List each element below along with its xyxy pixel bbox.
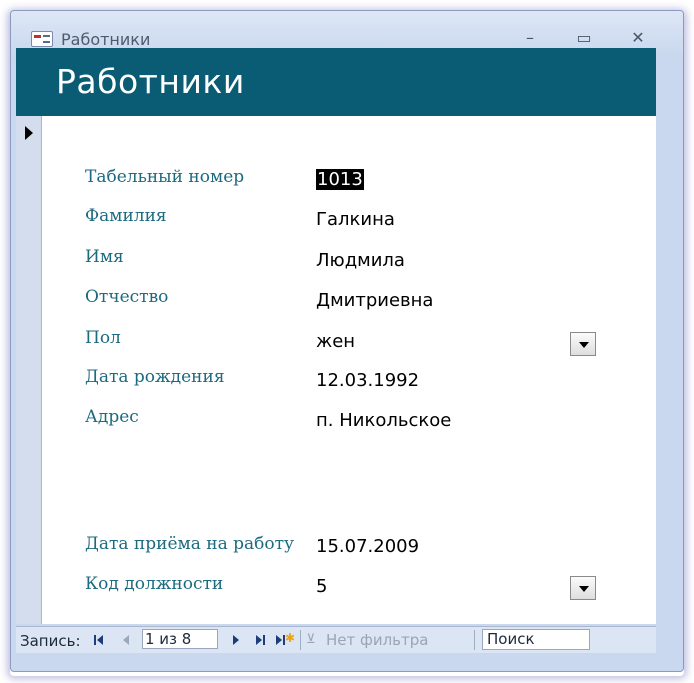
field-label-tab-number: Табельный номер [85, 167, 245, 187]
field-label-birth-date: Дата рождения [85, 367, 225, 387]
new-record-button[interactable]: ✱ [274, 631, 295, 649]
form-title: Работники [56, 62, 245, 101]
last-record-button[interactable] [252, 631, 270, 649]
search-input[interactable]: Поиск [482, 629, 590, 650]
field-value-surname[interactable]: Галкина [316, 209, 395, 230]
record-label: Запись: [20, 632, 81, 650]
filter-icon: ⊻ [306, 632, 316, 647]
current-record-arrow-icon [25, 126, 33, 140]
first-record-button[interactable] [92, 631, 110, 649]
field-value-position-code[interactable]: 5 [316, 576, 327, 597]
field-value-patronymic[interactable]: Дмитриевна [316, 290, 433, 311]
filter-label: Нет фильтра [326, 631, 429, 649]
field-label-name: Имя [85, 247, 124, 267]
position-dropdown-button[interactable] [570, 576, 596, 600]
next-record-button[interactable] [228, 631, 246, 649]
filter-status[interactable]: ⊻ Нет фильтра [306, 631, 429, 649]
record-navigation-bar: Запись: 1 из 8 ✱ ⊻ Нет фильтра Поиск [16, 626, 656, 653]
field-value-hire-date[interactable]: 15.07.2009 [316, 536, 419, 557]
field-value-birth-date[interactable]: 12.03.1992 [316, 370, 419, 391]
record-selector[interactable] [16, 116, 42, 624]
field-label-gender: Пол [85, 328, 121, 348]
form-body: Работники Табельный номер 1013 Фамилия Г… [16, 48, 656, 624]
field-value-tab-number[interactable]: 1013 [316, 169, 364, 190]
nav-separator [474, 630, 475, 650]
field-label-hire-date: Дата приёма на работу [85, 534, 295, 554]
field-label-position-code: Код должности [85, 574, 224, 594]
window-title: Работники [61, 30, 151, 49]
field-label-patronymic: Отчество [85, 287, 169, 307]
field-label-address: Адрес [85, 407, 139, 427]
gender-dropdown-button[interactable] [570, 332, 596, 356]
form-header: Работники [16, 48, 656, 116]
previous-record-button[interactable] [118, 631, 136, 649]
field-value-address[interactable]: п. Никольское [316, 410, 451, 431]
field-label-surname: Фамилия [85, 206, 167, 226]
field-value-gender[interactable]: жен [316, 331, 355, 352]
field-value-name[interactable]: Людмила [316, 250, 405, 271]
record-position-input[interactable]: 1 из 8 [142, 629, 218, 649]
nav-separator [300, 630, 301, 650]
form-icon [31, 31, 53, 47]
